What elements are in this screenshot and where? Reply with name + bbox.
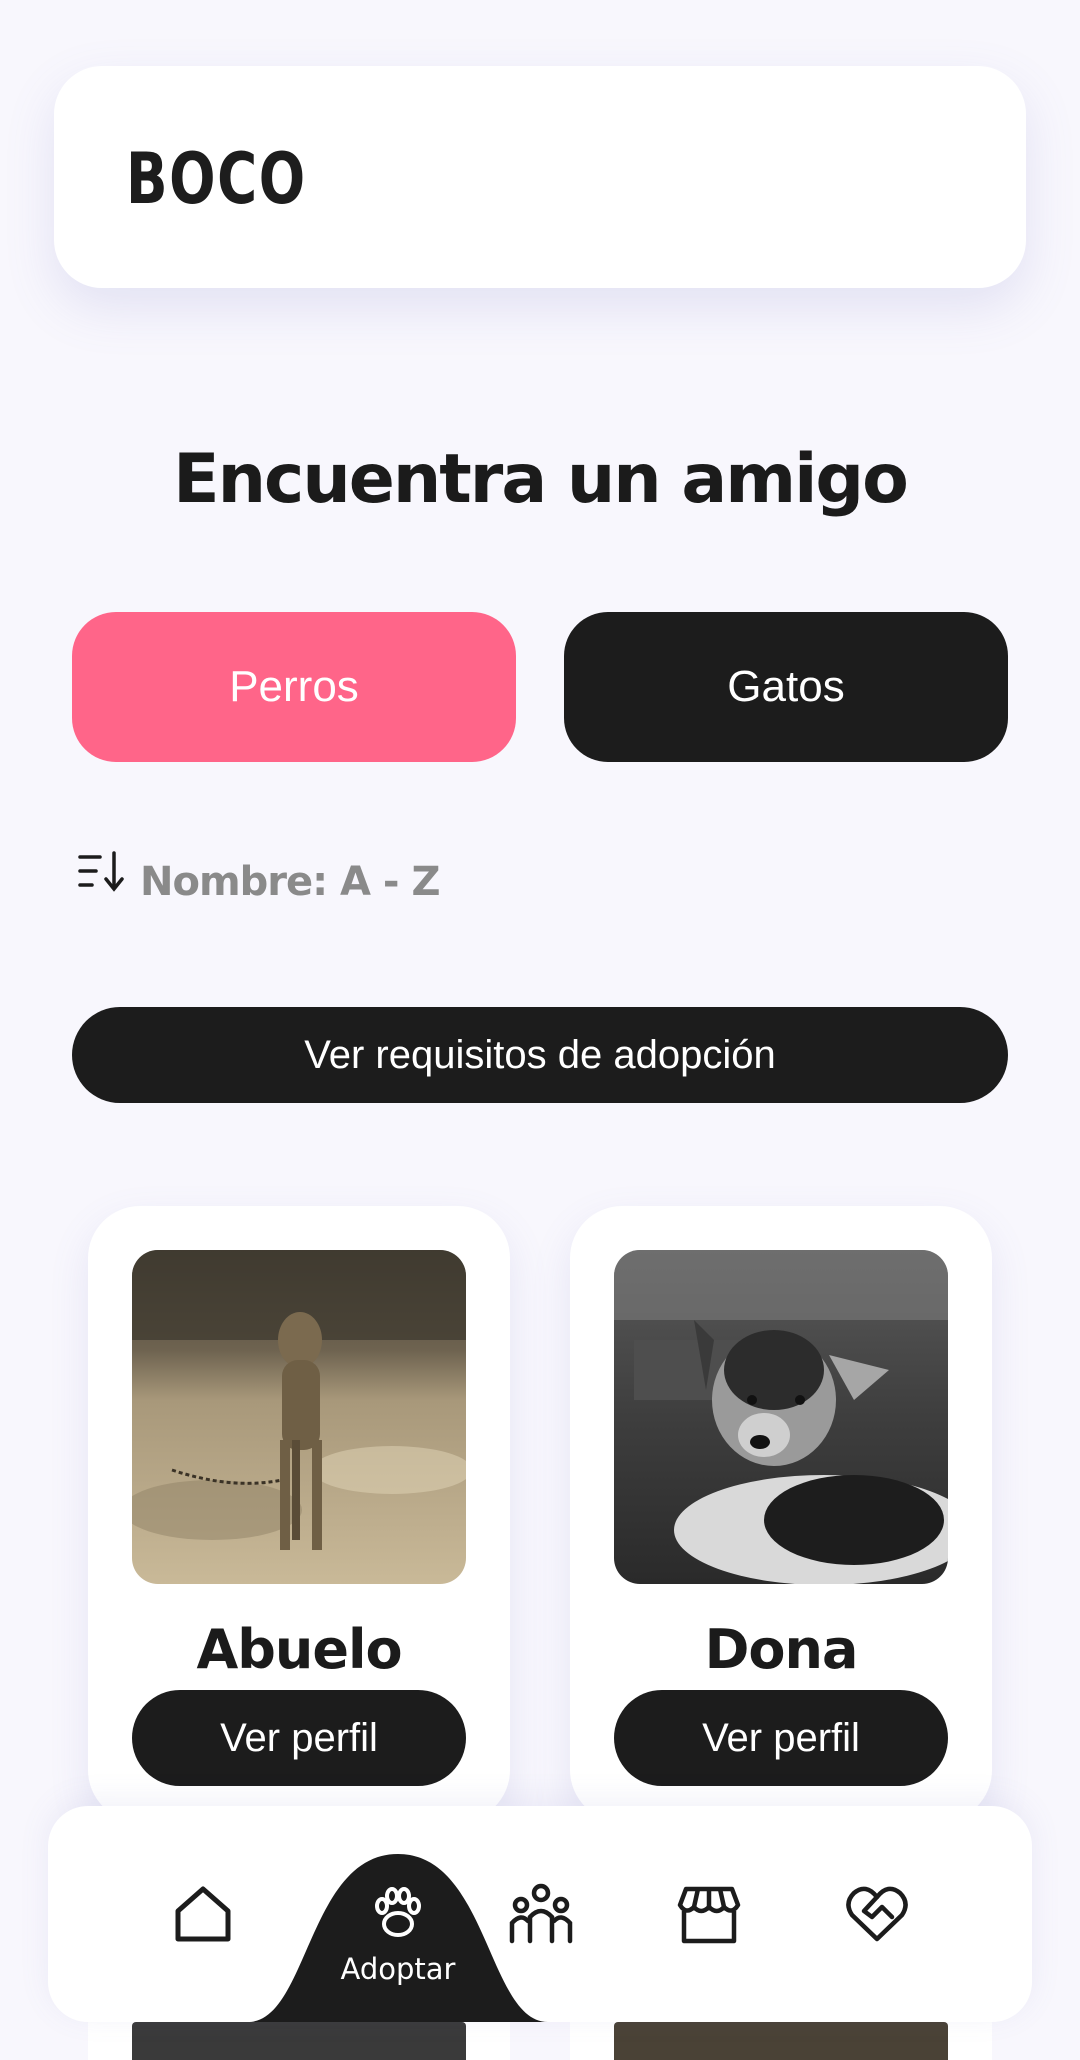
pet-card: Abuelo Ver perfil: [88, 1206, 510, 1822]
pet-photo-partial: [614, 2022, 948, 2060]
pet-name: Abuelo: [196, 1618, 402, 1681]
adoption-requirements-button[interactable]: Ver requisitos de adopción: [72, 1007, 1008, 1103]
pet-name: Dona: [704, 1618, 859, 1681]
sort-control[interactable]: Nombre: A - Z: [76, 836, 440, 908]
tab-cats[interactable]: Gatos: [564, 612, 1008, 762]
store-icon: [677, 1886, 741, 1944]
pet-photo-partial: [132, 2022, 466, 2060]
page-title: Encuentra un amigo: [173, 440, 909, 519]
tab-dogs[interactable]: Perros: [72, 612, 516, 762]
app-header: BOCO: [54, 66, 1026, 288]
nav-community[interactable]: [476, 1806, 606, 2022]
view-profile-button[interactable]: Ver perfil: [132, 1690, 466, 1786]
bottom-navigation: Adoptar: [48, 1806, 1032, 2022]
pet-photo[interactable]: [614, 1250, 948, 1584]
pet-card: Dona Ver perfil: [570, 1206, 992, 1822]
sort-label: Nombre: A - Z: [140, 859, 440, 905]
home-icon: [175, 1886, 231, 1942]
paw-icon: [375, 1887, 421, 1937]
nav-donate[interactable]: [812, 1806, 942, 2022]
app-logo: BOCO: [126, 138, 307, 220]
dog-photo: [132, 1250, 466, 1584]
dog-photo: [614, 1250, 948, 1584]
view-profile-button[interactable]: Ver perfil: [614, 1690, 948, 1786]
sort-descending-icon: [78, 851, 124, 892]
community-icon: [509, 1883, 573, 1944]
pet-photo[interactable]: [132, 1250, 466, 1584]
heart-handshake-icon: [846, 1886, 908, 1942]
nav-store[interactable]: [644, 1806, 774, 2022]
